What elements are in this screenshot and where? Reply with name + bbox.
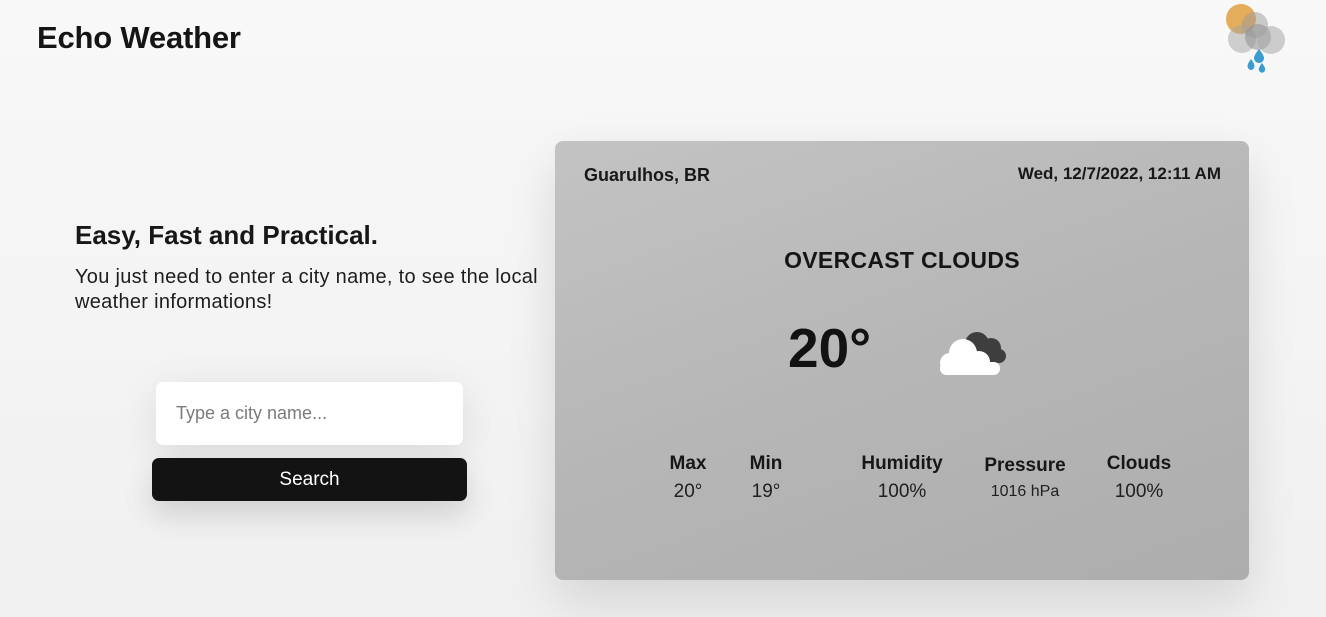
weather-condition: OVERCAST CLOUDS [784,247,1020,273]
overcast-clouds-icon [940,332,1006,375]
intro-heading: Easy, Fast and Practical. [75,220,378,250]
stat-min: Min 19° [750,453,783,503]
intro-section: Easy, Fast and Practical. You just need … [75,220,545,315]
weather-logo-icon [1226,4,1285,73]
stat-max: Max 20° [670,453,707,503]
stat-min-label: Min [749,453,783,474]
stat-pressure: Pressure 1016 hPa [984,455,1065,501]
weather-card: Guarulhos, BR Wed, 12/7/2022, 12:11 AM O… [555,141,1249,580]
stat-humidity-value: 100% [877,481,927,502]
current-temperature: 20° [788,317,872,379]
stat-clouds-value: 100% [1114,481,1164,502]
intro-text: You just need to enter a city name, to s… [75,266,538,313]
stat-max-value: 20° [673,481,703,502]
stat-min-value: 19° [751,481,781,502]
weather-location: Guarulhos, BR [584,165,711,185]
search-button[interactable]: Search [152,458,467,501]
stat-max-label: Max [669,453,707,474]
city-search-input[interactable] [156,382,463,445]
stat-pressure-value: 1016 hPa [990,483,1060,500]
weather-datetime: Wed, 12/7/2022, 12:11 AM [1017,164,1221,183]
stat-pressure-label: Pressure [984,455,1066,476]
stat-clouds: Clouds 100% [1107,453,1171,503]
stat-clouds-label: Clouds [1106,453,1172,474]
app-title: Echo Weather [37,20,241,55]
stat-humidity: Humidity 100% [861,453,942,503]
stat-humidity-label: Humidity [861,453,943,474]
